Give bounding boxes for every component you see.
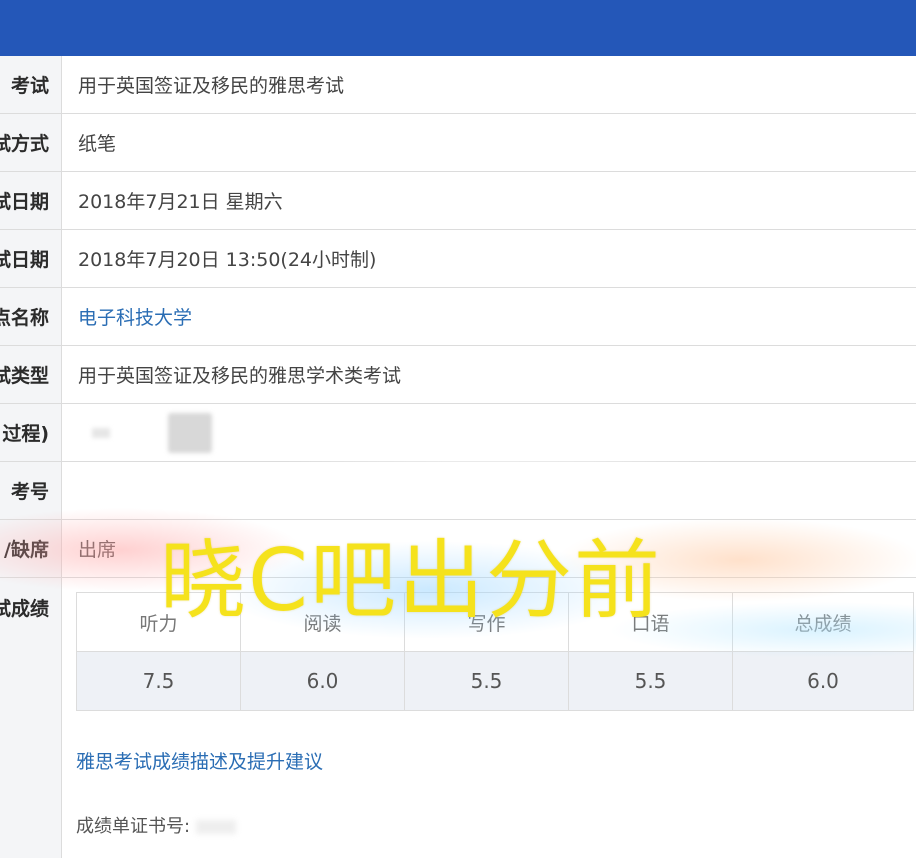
row-exam: 考试 用于英国签证及移民的雅思考试	[0, 56, 916, 114]
venue-link[interactable]: 电子科技大学	[62, 288, 916, 345]
row-exam-mode: 试方式 纸笔	[0, 114, 916, 172]
row-value: 用于英国签证及移民的雅思学术类考试	[78, 365, 402, 387]
redacted-mark	[92, 427, 110, 438]
row-label: 试日期	[0, 172, 62, 229]
row-label: 过程)	[0, 404, 62, 461]
row-label: 试成绩	[0, 578, 62, 858]
overlay-caption: 晓C吧出分前	[160, 531, 663, 631]
row-value: 2018年7月20日 13:50(24小时制)	[78, 249, 377, 271]
row-course: 过程)	[0, 404, 916, 462]
row-label: 试日期	[0, 230, 62, 287]
certificate-number: 成绩单证书号:	[76, 812, 916, 838]
row-label: 试方式	[0, 114, 62, 171]
score-value: 6.0	[732, 651, 914, 711]
redacted-mark	[195, 820, 236, 834]
row-value	[62, 404, 916, 461]
score-value: 5.5	[404, 651, 569, 711]
row-exam-type: 试类型 用于英国签证及移民的雅思学术类考试	[0, 346, 916, 404]
row-label: 考试	[0, 56, 62, 113]
row-value: 用于英国签证及移民的雅思考试	[78, 75, 345, 97]
top-header-bar	[0, 0, 916, 56]
score-value: 6.0	[240, 651, 405, 711]
row-oral-date: 试日期 2018年7月20日 13:50(24小时制)	[0, 230, 916, 288]
score-header: 总成绩	[732, 592, 914, 652]
score-values-row: 7.5 6.0 5.5 5.5 6.0	[76, 651, 914, 711]
row-label: 试类型	[0, 346, 62, 403]
exam-info-table: 考试 用于英国签证及移民的雅思考试 试方式 纸笔 试日期 2018年7月21日 …	[0, 56, 916, 858]
redacted-block	[168, 412, 212, 453]
score-advice-link[interactable]: 雅思考试成绩描述及提升建议	[76, 747, 916, 774]
row-label: 考号	[0, 462, 62, 519]
row-label: /缺席	[0, 520, 62, 577]
score-value: 5.5	[568, 651, 733, 711]
row-value: 2018年7月21日 星期六	[78, 191, 283, 213]
row-exam-date: 试日期 2018年7月21日 星期六	[0, 172, 916, 230]
row-venue: 点名称 电子科技大学	[0, 288, 916, 346]
score-value: 7.5	[76, 651, 241, 711]
row-label: 点名称	[0, 288, 62, 345]
row-value: 纸笔	[78, 133, 117, 155]
